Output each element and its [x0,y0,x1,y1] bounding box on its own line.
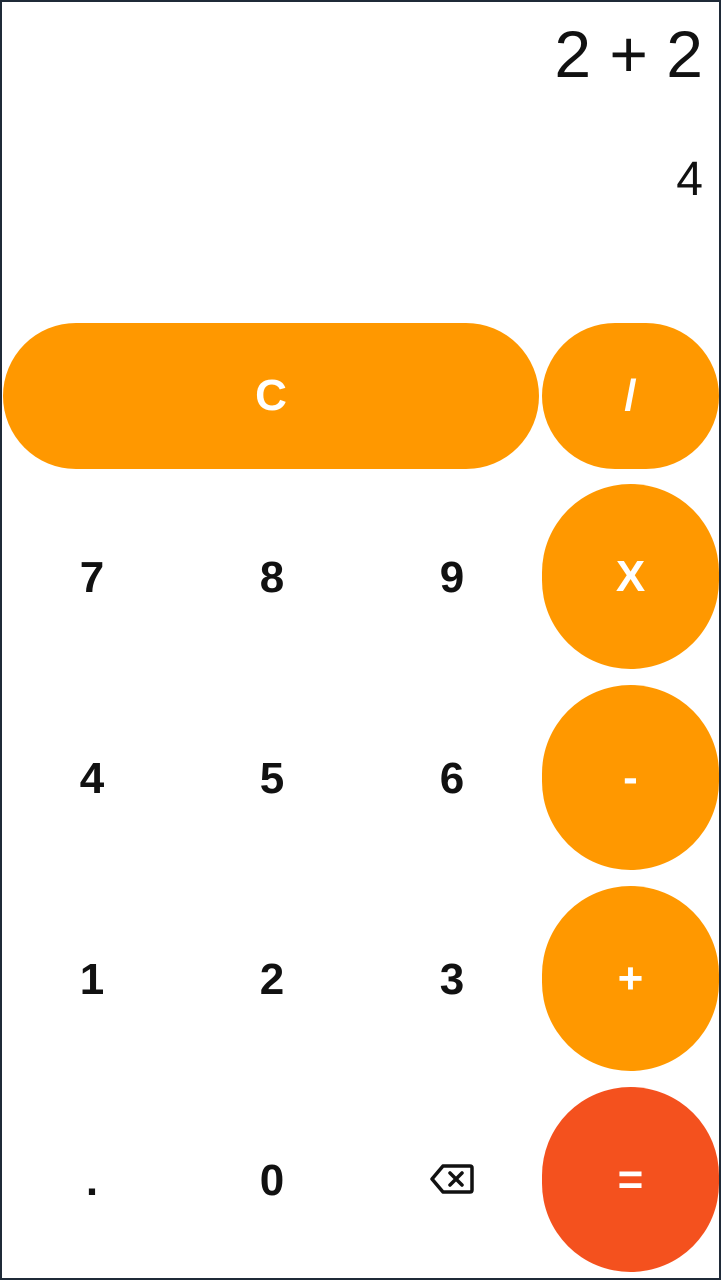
result-text: 4 [676,153,703,206]
five-button[interactable]: 5 [182,689,362,869]
multiply-button[interactable]: X [542,484,719,669]
six-button[interactable]: 6 [362,689,542,869]
backspace-button[interactable] [362,1091,542,1271]
eight-button[interactable]: 8 [182,488,362,668]
clear-button[interactable]: C [3,323,539,469]
decimal-button[interactable]: . [2,1091,182,1271]
nine-button[interactable]: 9 [362,488,542,668]
display-area: 2 + 2 4 [2,2,719,317]
expression-text: 2 + 2 [554,17,703,91]
seven-button[interactable]: 7 [2,488,182,668]
three-button[interactable]: 3 [362,890,542,1070]
equals-button[interactable]: = [542,1087,719,1272]
zero-button[interactable]: 0 [182,1091,362,1271]
add-button[interactable]: + [542,886,719,1071]
four-button[interactable]: 4 [2,689,182,869]
one-button[interactable]: 1 [2,890,182,1070]
divide-button[interactable]: / [542,323,719,469]
two-button[interactable]: 2 [182,890,362,1070]
backspace-icon [430,1156,474,1206]
calculator-screen: 2 + 2 4 C / 7 8 9 X 4 5 6 - 1 2 3 + . 0 … [2,2,719,1278]
subtract-button[interactable]: - [542,685,719,870]
